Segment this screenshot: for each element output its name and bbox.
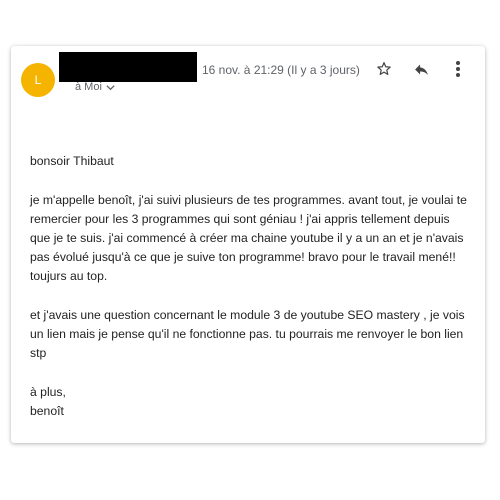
recipient-label: à Moi: [75, 81, 102, 93]
more-options-button[interactable]: [447, 58, 469, 80]
star-button[interactable]: [373, 58, 395, 80]
message-signature: benoît: [30, 404, 64, 418]
recipient-dropdown[interactable]: à Moi: [75, 81, 116, 93]
message-paragraph-1: je m'appelle benoît, j'ai suivi plusieur…: [30, 193, 467, 283]
redacted-sender-name: [59, 52, 197, 82]
chevron-down-icon: [106, 84, 115, 90]
message-body: bonsoir Thibaut je m'appelle benoît, j'a…: [30, 152, 470, 421]
message-date: 16 nov. à 21:29 (Il y a 3 jours): [202, 63, 360, 77]
star-icon: [377, 62, 391, 75]
sender-avatar[interactable]: L: [21, 63, 55, 97]
message-signoff: à plus,: [30, 385, 66, 399]
reply-button[interactable]: [410, 58, 432, 80]
message-greeting: bonsoir Thibaut: [30, 154, 114, 168]
reply-icon: [414, 64, 428, 75]
more-vert-icon: [456, 61, 460, 77]
message-paragraph-2: et j'avais une question concernant le mo…: [30, 308, 465, 360]
